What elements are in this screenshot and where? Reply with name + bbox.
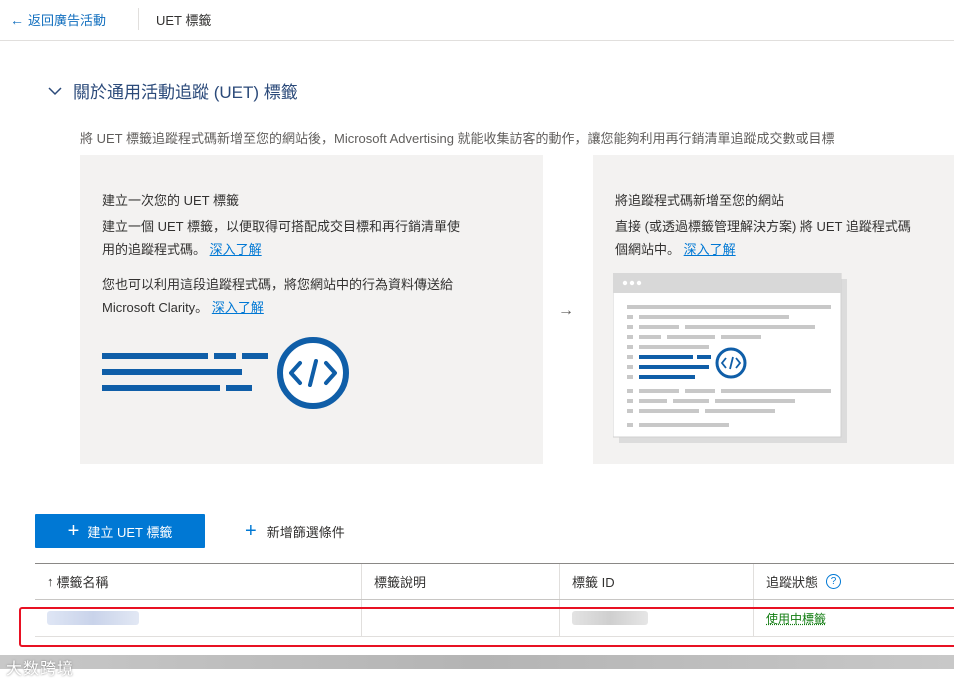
card-text-line: 用的追蹤程式碼。 bbox=[102, 242, 207, 257]
plus-icon: + bbox=[245, 520, 257, 542]
card-text-line: 個網站中。 bbox=[615, 242, 681, 257]
create-tag-card: 建立一次您的 UET 標籤 建立一個 UET 標籤，以便取得可搭配成交目標和再行… bbox=[80, 155, 543, 464]
uet-info-toggle[interactable]: 關於通用活動追蹤 (UET) 標籤 bbox=[47, 78, 298, 103]
create-uet-tag-label: 建立 UET 標籤 bbox=[87, 524, 173, 540]
toolbar: + 建立 UET 標籤 + 新增篩選條件 bbox=[35, 514, 345, 548]
redacted-name bbox=[47, 611, 139, 625]
card-title: 將追蹤程式碼新增至您的網站 bbox=[615, 193, 785, 208]
watermark-logo: 大数跨境 bbox=[6, 661, 75, 678]
add-filter-label: 新增篩選條件 bbox=[266, 524, 345, 540]
card-title: 建立一次您的 UET 標籤 bbox=[102, 193, 239, 208]
chevron-down-icon bbox=[48, 86, 62, 95]
uet-tag-table: ↑ 標籤名稱 標籤說明 標籤 ID 追蹤狀態 ? 使用中標籤 bbox=[35, 563, 954, 637]
divider bbox=[138, 8, 139, 30]
card-text-line: 直接 (或透過標籤管理解決方案) 將 UET 追蹤程式碼 bbox=[615, 219, 911, 234]
card-text-line: 建立一個 UET 標籤，以便取得可搭配成交目標和再行銷清單使 bbox=[102, 219, 460, 234]
column-header-label: 標籤 ID bbox=[572, 575, 615, 590]
learn-more-link[interactable]: 深入了解 bbox=[210, 242, 262, 257]
card-text-line: 您也可以利用這段追蹤程式碼，將您網站中的行為資料傳送給 bbox=[102, 277, 454, 292]
help-icon[interactable]: ? bbox=[826, 574, 842, 589]
column-header-status[interactable]: 追蹤狀態 ? bbox=[753, 564, 954, 599]
table-row[interactable]: 使用中標籤 bbox=[35, 600, 954, 637]
cell-id bbox=[559, 600, 753, 636]
add-filter-button[interactable]: + 新增篩選條件 bbox=[245, 521, 345, 541]
top-bar: ← 返回廣告活動 UET 標籤 bbox=[0, 0, 954, 41]
table-header: ↑ 標籤名稱 標籤說明 標籤 ID 追蹤狀態 ? bbox=[35, 563, 954, 600]
cell-description bbox=[361, 600, 559, 636]
card-text-line-2: 個網站中。 深入了解 bbox=[615, 238, 954, 261]
footer-strip bbox=[0, 655, 954, 669]
cell-name bbox=[35, 600, 361, 636]
card-text: 建立一個 UET 標籤，以便取得可搭配成交目標和再行銷清單使 用的追蹤程式碼。 … bbox=[102, 215, 532, 261]
column-header-description[interactable]: 標籤說明 bbox=[361, 564, 559, 599]
redacted-id bbox=[572, 611, 648, 625]
learn-more-link[interactable]: 深入了解 bbox=[212, 300, 264, 315]
status-active-link[interactable]: 使用中標籤 bbox=[766, 610, 826, 627]
browser-code-icon bbox=[613, 273, 847, 443]
column-header-name[interactable]: ↑ 標籤名稱 bbox=[35, 564, 361, 599]
card-text-line-2: 用的追蹤程式碼。 深入了解 bbox=[102, 238, 532, 261]
column-header-label: 標籤名稱 bbox=[56, 575, 109, 590]
arrow-left-icon: ← bbox=[10, 11, 24, 28]
back-label: 返回廣告活動 bbox=[28, 13, 107, 28]
arrow-right-icon: → bbox=[558, 302, 574, 319]
create-uet-tag-button[interactable]: + 建立 UET 標籤 bbox=[35, 514, 205, 548]
column-header-label: 標籤說明 bbox=[374, 575, 427, 590]
section-title: 關於通用活動追蹤 (UET) 標籤 bbox=[73, 83, 298, 102]
column-header-id[interactable]: 標籤 ID bbox=[559, 564, 753, 599]
cell-status: 使用中標籤 bbox=[753, 600, 954, 636]
plus-icon: + bbox=[67, 520, 80, 542]
learn-more-link[interactable]: 深入了解 bbox=[684, 242, 736, 257]
card-text: 直接 (或透過標籤管理解決方案) 將 UET 追蹤程式碼 個網站中。 深入了解 bbox=[615, 215, 954, 261]
code-icon bbox=[102, 337, 349, 409]
card-text-line: Microsoft Clarity。 bbox=[102, 300, 209, 315]
page-title: UET 標籤 bbox=[156, 13, 212, 28]
card-text: 您也可以利用這段追蹤程式碼，將您網站中的行為資料傳送給 Microsoft Cl… bbox=[102, 273, 532, 319]
back-to-campaigns-link[interactable]: ← 返回廣告活動 bbox=[10, 10, 106, 29]
column-header-label: 追蹤狀態 bbox=[766, 575, 819, 590]
sort-ascending-icon: ↑ bbox=[47, 574, 54, 589]
card-text-line-2: Microsoft Clarity。 深入了解 bbox=[102, 296, 532, 319]
section-description: 將 UET 標籤追蹤程式碼新增至您的網站後，Microsoft Advertis… bbox=[80, 131, 835, 146]
add-code-card: 將追蹤程式碼新增至您的網站 直接 (或透過標籤管理解決方案) 將 UET 追蹤程… bbox=[593, 155, 954, 464]
